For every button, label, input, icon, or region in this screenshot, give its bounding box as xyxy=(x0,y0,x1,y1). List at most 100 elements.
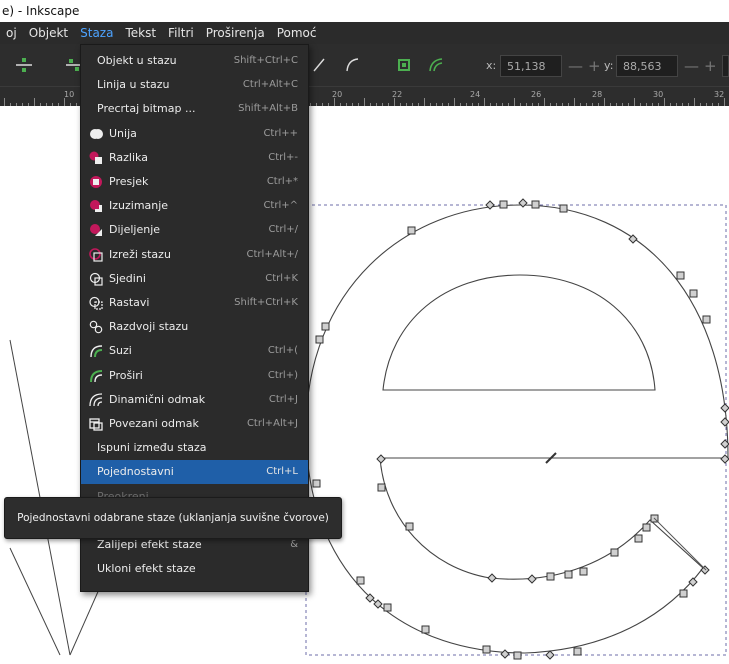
ruler-label: 28 xyxy=(592,90,603,99)
menu-item-label: Linija u stazu xyxy=(97,78,170,92)
division-icon xyxy=(89,223,103,237)
menu-item-shortcut: Shift+Ctrl+K xyxy=(234,297,298,308)
menu-item-shortcut: Ctrl+Alt+J xyxy=(246,418,298,429)
outset-icon xyxy=(89,369,103,383)
smooth-nodes[interactable] xyxy=(365,198,729,660)
menu-item-shortcut: Shift+Ctrl+C xyxy=(233,55,298,66)
menu-item-objekt-u-stazu[interactable]: Objekt u stazu Shift+Ctrl+C xyxy=(81,49,308,73)
menu-item-shortcut: Ctrl+* xyxy=(266,176,298,187)
menu-item-label: Razlika xyxy=(109,150,148,164)
ruler-label: 32 xyxy=(714,90,725,99)
letter-e-inner-path[interactable] xyxy=(382,274,656,391)
menu-item-label: Precrtaj bitmap ... xyxy=(97,102,196,116)
menu-item-razdvoji-stazu[interactable]: Razdvoji stazu xyxy=(81,315,308,339)
menu-item-sjedini[interactable]: Sjedini Ctrl+K xyxy=(81,267,308,291)
menu-item-shortcut: Ctrl+( xyxy=(267,345,298,357)
menu-item-label: Razdvoji stazu xyxy=(109,320,189,334)
selection-bounding-box xyxy=(305,204,727,656)
y-increment-button[interactable]: + xyxy=(704,55,717,77)
menu-item-label: Pojednostavni xyxy=(97,465,174,479)
menu-item-label: Dinamični odmak xyxy=(109,392,206,406)
object-to-path-icon[interactable] xyxy=(396,57,412,73)
menu-item-izuzimanje[interactable]: Izuzimanje Ctrl+^ xyxy=(81,194,308,218)
menu-item-dijeljenje[interactable]: Dijeljenje Ctrl+/ xyxy=(81,218,308,242)
menu-item-label: Dijeljenje xyxy=(109,223,161,237)
menu-item-povezani-odmak[interactable]: Povezani odmak Ctrl+Alt+J xyxy=(81,412,308,436)
menu-item-label: Presjek xyxy=(109,175,149,188)
segment-curve-icon[interactable] xyxy=(344,57,360,73)
y-decrement-button[interactable]: — xyxy=(684,55,699,77)
y-coordinate-field[interactable]: 88,563 xyxy=(616,55,678,77)
menu-item-shortcut: Ctrl+Alt+/ xyxy=(246,248,298,260)
menu-item-label: Ispuni između staza xyxy=(97,441,207,455)
menu-item-label: Objekt u stazu xyxy=(97,54,177,67)
ruler-label: 26 xyxy=(531,90,542,99)
menu-item-razlika[interactable]: Razlika Ctrl+- xyxy=(81,146,308,170)
menu-help[interactable]: Pomoć xyxy=(271,22,323,44)
break-apart-icon xyxy=(89,296,103,310)
menu-item-shortcut: Ctrl+K xyxy=(265,272,298,284)
window-title: e) - Inkscape xyxy=(0,0,729,22)
menu-item-label: Izreži stazu xyxy=(109,247,171,261)
menu-item-shortcut: Ctrl+Alt+C xyxy=(242,79,298,91)
menu-item-shortcut: Ctrl+L xyxy=(266,466,298,478)
node-handle-line xyxy=(653,517,707,571)
linked-offset-icon xyxy=(89,417,103,431)
ruler-label: 30 xyxy=(653,90,664,99)
path-nodes[interactable] xyxy=(312,200,711,660)
width-field[interactable] xyxy=(722,55,729,77)
inset-icon xyxy=(89,344,103,358)
menu-item-label: Povezani odmak xyxy=(109,417,199,430)
menu-item-linija-u-stazu[interactable]: Linija u stazu Ctrl+Alt+C xyxy=(81,73,308,97)
menu-item-label: Suzi xyxy=(109,344,132,358)
intersection-icon xyxy=(89,175,103,189)
menu-item-shortcut: Ctrl+/ xyxy=(268,224,298,236)
letter-e-outer-path[interactable] xyxy=(305,204,729,654)
menu-item-unija[interactable]: Unija Ctrl++ xyxy=(81,122,308,146)
menu-item-label: Sjedini xyxy=(109,271,146,285)
union-icon xyxy=(89,127,103,141)
x-increment-button[interactable]: + xyxy=(588,55,601,77)
menu-item-label: Unija xyxy=(109,126,137,140)
ruler-label: 24 xyxy=(470,90,481,99)
node-join-icon[interactable] xyxy=(16,57,32,73)
menu-item-precrtaj-bitmap[interactable]: Precrtaj bitmap ... Shift+Alt+B xyxy=(81,97,308,121)
dynamic-offset-icon xyxy=(89,393,103,407)
menu-text[interactable]: Tekst xyxy=(119,22,162,44)
menu-item-presjek[interactable]: Presjek Ctrl+* xyxy=(81,170,308,194)
menubar: oj Objekt Staza Tekst Filtri Proširenja … xyxy=(0,22,729,44)
menu-object[interactable]: Objekt xyxy=(23,22,74,44)
menu-item-ispuni-između-staza[interactable]: Ispuni između staza xyxy=(81,436,308,460)
y-label: y: xyxy=(604,59,614,72)
menu-item-dinamični-odmak[interactable]: Dinamični odmak Ctrl+J xyxy=(81,388,308,412)
menu-extensions[interactable]: Proširenja xyxy=(200,22,271,44)
menu-item-shortcut: Ctrl+- xyxy=(268,151,298,163)
menu-item-shortcut: Ctrl+^ xyxy=(263,200,298,212)
menu-item-pojednostavni[interactable]: Pojednostavni Ctrl+L xyxy=(81,460,308,485)
x-decrement-button[interactable]: — xyxy=(568,55,583,77)
menu-path[interactable]: Staza xyxy=(74,22,119,44)
menu-item-label: Proširi xyxy=(109,368,143,382)
menu-item-ukloni-efekt-staze[interactable]: Ukloni efekt staze xyxy=(81,557,308,581)
menu-item-shortcut: Ctrl++ xyxy=(263,127,298,139)
x-label: x: xyxy=(486,59,497,72)
menu-item-suzi[interactable]: Suzi Ctrl+( xyxy=(81,339,308,363)
menu-item-shortcut: Ctrl+) xyxy=(267,369,298,381)
menu-item-rastavi[interactable]: Rastavi Shift+Ctrl+K xyxy=(81,291,308,315)
split-path-icon xyxy=(89,320,103,334)
segment-line-icon[interactable] xyxy=(311,57,327,73)
menu-tools[interactable]: oj xyxy=(0,22,23,44)
exclusion-icon xyxy=(89,199,103,213)
stroke-to-path-icon[interactable] xyxy=(428,57,444,73)
menu-item-izreži-stazu[interactable]: Izreži stazu Ctrl+Alt+/ xyxy=(81,243,308,267)
menu-item-proširi[interactable]: Proširi Ctrl+) xyxy=(81,364,308,388)
cut-path-icon xyxy=(89,247,103,262)
x-coordinate-field[interactable]: 51,138 xyxy=(500,55,562,77)
menu-item-shortcut: Ctrl+J xyxy=(268,393,298,405)
menu-item-label: Rastavi xyxy=(109,296,150,309)
simplify-tooltip: Pojednostavni odabrane staze (uklanjanja… xyxy=(4,497,342,539)
ruler-label: 10 xyxy=(64,90,75,99)
menu-item-label: Izuzimanje xyxy=(109,199,169,213)
menu-filters[interactable]: Filtri xyxy=(162,22,200,44)
menu-item-shortcut: Shift+Alt+B xyxy=(238,103,298,115)
